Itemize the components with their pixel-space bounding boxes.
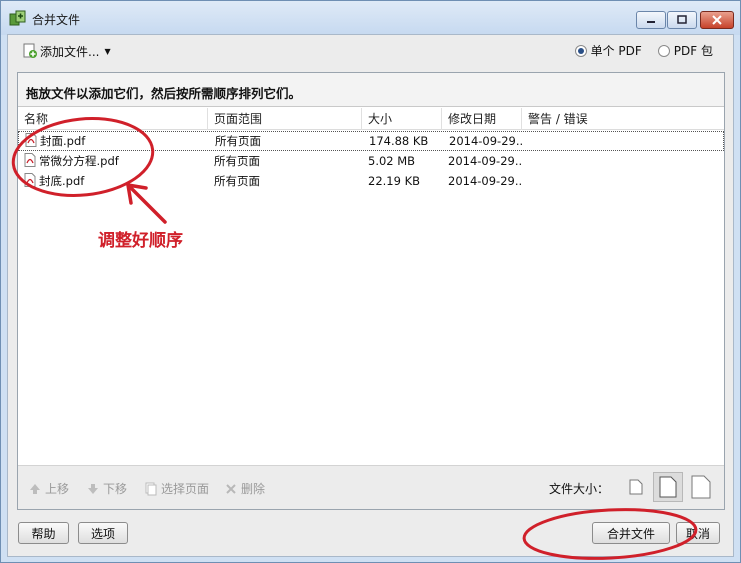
pdf-portfolio-label: PDF 包 [673,44,713,58]
combine-files-button[interactable]: 合并文件 [592,522,670,544]
column-header-size[interactable]: 大小 [362,108,442,130]
modified-date-cell: 2014-09-29... [449,134,523,148]
minimize-button[interactable] [636,11,666,29]
file-name-cell: 封面.pdf [19,133,209,149]
pdf-file-icon [24,153,36,167]
modified-date-cell: 2014-09-29... [448,174,522,188]
combine-files-window: 合并文件 添加文件... ▼ 单个 PDF PDF 包 拖放文件以添加它们，然后… [0,0,741,563]
minimize-icon [647,21,655,23]
small-page-icon [629,479,643,495]
file-size-medium-button[interactable] [653,472,683,502]
file-size-label: 文件大小： [549,482,610,496]
single-pdf-label: 单个 PDF [590,44,642,58]
close-button[interactable] [700,11,734,29]
add-file-icon [23,43,37,58]
page-range-cell: 所有页面 [214,154,260,168]
select-pages-label: 选择页面 [161,482,210,496]
maximize-button[interactable] [667,11,697,29]
file-size-cell: 5.02 MB [368,154,416,168]
pdf-file-icon [25,133,37,147]
list-actions-bar: 上移 下移 选择页面 删除 文件大小： [18,465,724,509]
move-down-button[interactable]: 下移 [86,480,127,497]
radio-unselected-icon [657,44,670,57]
add-files-button[interactable]: 添加文件... ▼ [18,41,115,61]
close-icon [712,15,722,25]
move-up-button[interactable]: 上移 [28,480,69,497]
single-pdf-radio[interactable]: 单个 PDF [574,42,642,59]
pages-icon [145,482,157,495]
pdf-file-icon [24,173,36,187]
table-row[interactable]: 封底.pdf 所有页面 22.19 KB 2014-09-29... [18,171,724,191]
maximize-icon [677,15,687,24]
file-list-panel: 拖放文件以添加它们，然后按所需顺序排列它们。 名称 页面范围 大小 修改日期 警… [17,72,725,510]
add-files-label: 添加文件... [40,44,100,59]
file-rows: 封面.pdf 所有页面 174.88 KB 2014-09-29... 常微分方… [18,131,724,191]
delete-icon [226,483,236,494]
page-range-cell: 所有页面 [215,134,261,148]
arrow-down-icon [88,483,98,494]
window-title: 合并文件 [32,13,81,27]
arrow-up-icon [30,483,40,494]
table-header: 名称 页面范围 大小 修改日期 警告 / 错误 [18,108,724,130]
column-header-date[interactable]: 修改日期 [442,108,522,130]
file-name-cell: 常微分方程.pdf [18,153,208,169]
dropdown-caret-icon: ▼ [104,46,111,56]
file-name: 封面.pdf [40,134,86,148]
help-button[interactable]: 帮助 [18,522,69,544]
dialog-body: 添加文件... ▼ 单个 PDF PDF 包 拖放文件以添加它们，然后按所需顺序… [7,34,734,557]
output-mode-group: 单个 PDF PDF 包 [574,42,713,59]
delete-label: 删除 [241,482,266,496]
column-header-range[interactable]: 页面范围 [208,108,362,130]
table-row[interactable]: 封面.pdf 所有页面 174.88 KB 2014-09-29... [18,131,724,151]
page-range-cell: 所有页面 [214,174,260,188]
toolbar: 添加文件... ▼ [18,40,115,62]
column-header-name[interactable]: 名称 [18,108,208,130]
file-size-cell: 174.88 KB [369,134,429,148]
select-pages-button[interactable]: 选择页面 [144,480,209,497]
file-size-large-button[interactable] [686,472,716,502]
options-button[interactable]: 选项 [78,522,128,544]
file-name: 封底.pdf [39,174,85,188]
radio-selected-icon [574,44,587,57]
file-name-cell: 封底.pdf [18,173,208,189]
medium-page-icon [659,476,677,498]
cancel-button[interactable]: 取消 [676,522,720,544]
instruction-text: 拖放文件以添加它们，然后按所需顺序排列它们。 [18,73,724,107]
file-name: 常微分方程.pdf [39,154,119,168]
table-row[interactable]: 常微分方程.pdf 所有页面 5.02 MB 2014-09-29... [18,151,724,171]
title-bar: 合并文件 [1,1,740,35]
delete-button[interactable]: 删除 [224,480,265,497]
modified-date-cell: 2014-09-29... [448,154,522,168]
large-page-icon [691,475,711,499]
file-size-cell: 22.19 KB [368,174,421,188]
combine-app-icon [9,10,26,26]
pdf-portfolio-radio[interactable]: PDF 包 [657,42,713,59]
move-up-label: 上移 [45,482,70,496]
file-size-small-button[interactable] [621,472,651,502]
column-header-warnings[interactable]: 警告 / 错误 [522,108,724,130]
move-down-label: 下移 [103,482,128,496]
